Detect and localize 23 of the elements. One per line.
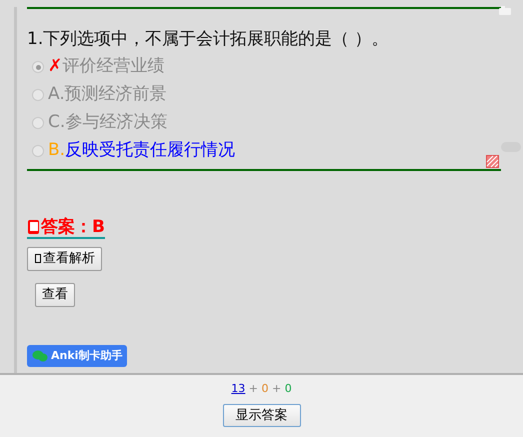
note-icon[interactable] — [486, 155, 499, 168]
option-text[interactable]: B.反映受托责任履行情况 — [48, 138, 236, 164]
option-text[interactable]: A.预测经济前景 — [48, 82, 167, 108]
radio-button[interactable] — [32, 89, 44, 101]
plus-sign: + — [248, 382, 259, 395]
card-count[interactable]: 13 — [231, 382, 246, 395]
book-icon — [27, 219, 40, 235]
card-count[interactable]: 0 — [284, 382, 292, 395]
question-text: 1.下列选项中，不属于会计拓展职能的是（ ）。 — [27, 28, 390, 51]
view-button[interactable]: 查看 — [35, 283, 75, 307]
card-count[interactable]: 0 — [262, 382, 268, 395]
show-answer-button[interactable]: 显示答案 — [222, 404, 300, 427]
missing-glyph-icon — [34, 253, 42, 264]
option-text[interactable]: C.参与经济决策 — [48, 110, 168, 136]
radio-button[interactable] — [32, 145, 44, 157]
anki-badge[interactable]: Anki制卡助手 — [27, 344, 128, 368]
answer-heading: 答案：B — [41, 217, 105, 237]
option-text[interactable]: ✗评价经营业绩 — [48, 54, 164, 80]
plus-sign: + — [270, 382, 282, 395]
radio-button[interactable] — [32, 61, 44, 73]
chat-icon — [32, 350, 48, 362]
view-analysis-button[interactable]: 查看解析 — [27, 247, 102, 270]
radio-button[interactable] — [32, 117, 44, 129]
